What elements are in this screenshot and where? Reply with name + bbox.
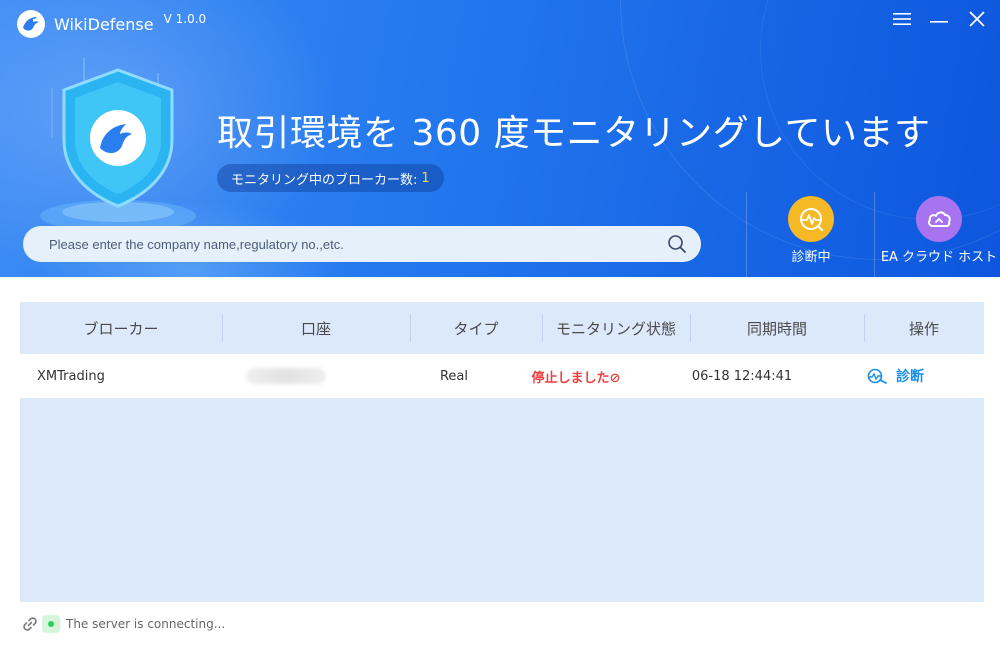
search-icon[interactable] — [667, 234, 687, 254]
column-header-type: タイプ — [453, 319, 499, 338]
column-header-broker: ブローカー — [83, 319, 159, 338]
column-header-monitoring-status: モニタリング状態 — [555, 319, 676, 338]
diagnose-link[interactable]: 診断 — [866, 366, 924, 386]
row-action: 診断 — [866, 354, 924, 398]
search-input[interactable] — [49, 236, 649, 252]
diagnose-label: 診断中 — [791, 250, 831, 265]
diagnose-link-label: 診断 — [896, 369, 924, 385]
connection-indicator-icon — [42, 615, 60, 633]
connection-status-text: The server is connecting... — [66, 617, 226, 631]
broker-count-value: 1 — [421, 170, 430, 186]
table-row[interactable]: XMTrading Real 停止しました⊘ 06-18 12:44:41 診断 — [20, 354, 984, 398]
diagnose-pulse-icon — [788, 196, 834, 242]
menu-icon — [893, 13, 911, 25]
shield-icon — [40, 58, 196, 232]
masked-account — [246, 368, 326, 384]
close-icon — [969, 11, 985, 27]
connection-status: The server is connecting... — [22, 612, 225, 636]
column-header-action: 操作 — [908, 319, 939, 338]
link-icon — [23, 617, 37, 631]
minimize-button[interactable] — [926, 8, 952, 30]
broker-table: ブローカー 口座 タイプ モニタリング状態 同期時間 操作 XMTrading … — [20, 302, 984, 602]
column-header-sync-time: 同期時間 — [746, 319, 807, 338]
headline: 取引環境を 360 度モニタリングしています — [217, 113, 931, 154]
diagnose-link-icon — [867, 368, 887, 384]
app-name: WikiDefense — [54, 14, 154, 34]
account-type: Real — [439, 368, 469, 384]
shield-illustration — [28, 48, 208, 238]
brand: WikiDefense V 1.0.0 — [16, 9, 206, 39]
sync-time: 06-18 12:44:41 — [691, 368, 793, 384]
status-stopped-badge: 停止しました⊘ — [531, 370, 621, 386]
diagnose-button[interactable]: 診断中 — [747, 192, 875, 277]
menu-button[interactable] — [889, 8, 915, 30]
ea-cloud-host-button[interactable]: EA クラウド ホスト — [875, 192, 1000, 277]
account-number — [246, 354, 326, 398]
broker-name: XMTrading — [37, 368, 105, 384]
column-header-account: 口座 — [300, 319, 331, 338]
search-box — [23, 226, 701, 262]
header-banner: WikiDefense V 1.0.0 取引環境を 360 度モニタリングしてい… — [0, 0, 1000, 277]
minimize-icon — [930, 21, 948, 23]
monitoring-status: 停止しました⊘ — [520, 354, 632, 398]
eagle-logo-icon — [17, 10, 45, 38]
close-button[interactable] — [964, 8, 990, 30]
broker-count-pill: モニタリング中のブローカー数: 1 — [217, 164, 444, 192]
app-version: V 1.0.0 — [163, 12, 207, 26]
ea-cloud-host-label: EA クラウド ホスト — [880, 250, 998, 265]
cloud-icon — [916, 196, 962, 242]
broker-count-label: モニタリング中のブローカー数: — [231, 172, 418, 188]
table-header: ブローカー 口座 タイプ モニタリング状態 同期時間 操作 — [20, 302, 984, 354]
